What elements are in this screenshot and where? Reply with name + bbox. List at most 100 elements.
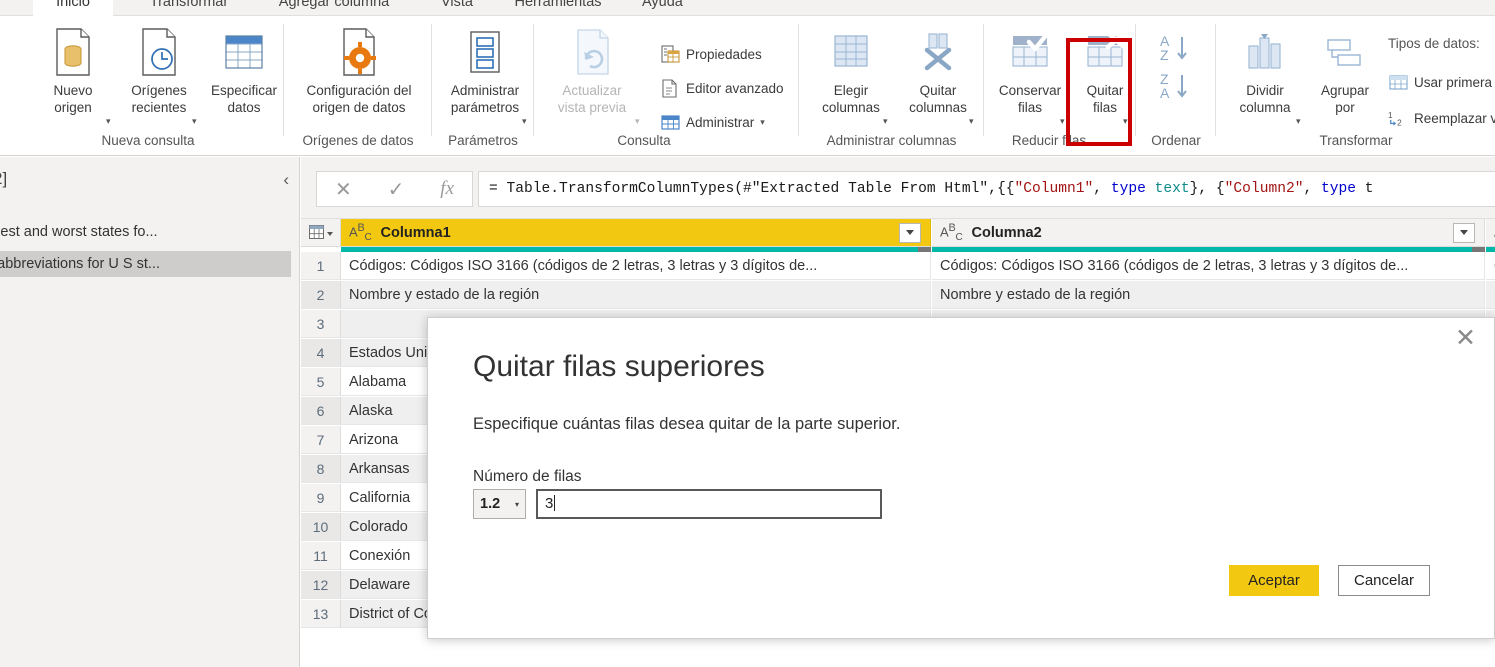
column-header-columna2[interactable]: ABC Columna2 bbox=[932, 219, 1485, 247]
data-source-settings-button[interactable]: Configuración del origen de datos bbox=[292, 24, 426, 116]
row-header[interactable]: 10 bbox=[301, 513, 341, 541]
chevron-down-icon[interactable]: ▾ bbox=[522, 116, 527, 127]
close-icon[interactable]: ✕ bbox=[1455, 326, 1476, 351]
cell-text: Conexión bbox=[349, 548, 411, 564]
ribbon-small-button-label: Tipos de datos: bbox=[1388, 36, 1480, 51]
chevron-down-icon[interactable]: ▾ bbox=[1060, 116, 1065, 127]
row-number: 1 bbox=[316, 257, 325, 274]
cell-text: Códigos: Códigos ISO 3166 (códigos de 2 … bbox=[940, 258, 1409, 274]
row-header[interactable]: 1 bbox=[301, 252, 341, 280]
table-cell[interactable]: Códigos: Códigos ISO 3166 bbox=[1486, 252, 1495, 280]
column-header-columna1[interactable]: ABC Columna1 bbox=[341, 219, 931, 247]
row-header[interactable]: 8 bbox=[301, 455, 341, 483]
remove-rows-button[interactable]: Quitar filas bbox=[1072, 24, 1138, 116]
chevron-down-icon[interactable]: ▾ bbox=[883, 116, 888, 127]
cancel-button[interactable]: Cancelar bbox=[1338, 565, 1430, 596]
split-column-icon bbox=[1242, 24, 1288, 80]
row-number: 8 bbox=[316, 460, 325, 477]
fx-icon[interactable]: fx bbox=[440, 178, 454, 200]
table-cell[interactable]: Nombre y estado de la región bbox=[341, 281, 931, 309]
row-header[interactable]: 11 bbox=[301, 542, 341, 570]
chevron-down-icon[interactable]: ▾ bbox=[106, 116, 111, 127]
refresh-preview-button[interactable]: Actualizar vista previa bbox=[540, 24, 644, 116]
manage-parameters-button[interactable]: Administrar parámetros bbox=[438, 24, 532, 116]
cancel-button-label: Cancelar bbox=[1353, 572, 1415, 589]
ribbon-tab-herramientas[interactable]: Herramientas bbox=[493, 0, 623, 16]
column-filter-button-columna1[interactable] bbox=[899, 223, 921, 243]
accept-formula-icon[interactable]: ✓ bbox=[388, 177, 405, 202]
query-list-item-0[interactable]: Ranking of best and worst states fo... bbox=[0, 219, 291, 245]
ribbon-group-label: Administrar columnas bbox=[826, 133, 957, 148]
table-cell[interactable]: Nombre y estado de la región bbox=[932, 281, 1485, 309]
formula-bar: ✕ ✓ fx = Table.TransformColumnTypes(#"Ex… bbox=[301, 157, 1495, 219]
use-first-row-as-headers-button[interactable]: Usar primera fila como encabezado bbox=[1388, 72, 1495, 92]
ribbon-group-label: Parámetros bbox=[448, 133, 518, 148]
chevron-down-icon[interactable]: ▾ bbox=[635, 116, 640, 127]
ribbon-tab-inicio[interactable]: Inicio bbox=[33, 0, 113, 16]
row-header[interactable]: 9 bbox=[301, 484, 341, 512]
ribbon-button-label: Elegir columnas bbox=[822, 83, 880, 115]
new-source-button[interactable]: Nuevo origen bbox=[30, 24, 116, 116]
ribbon-tab-ayuda[interactable]: Ayuda bbox=[628, 0, 696, 16]
queries-pane: Consultas [2] ‹ Ranking of best and wors… bbox=[0, 157, 300, 667]
cancel-formula-icon[interactable]: ✕ bbox=[335, 177, 352, 202]
row-header[interactable]: 3 bbox=[301, 310, 341, 338]
ribbon-tab-transformar[interactable]: Transformar bbox=[129, 0, 249, 16]
query-list-item-1[interactable]: Names and abbreviations for U S st... bbox=[0, 251, 291, 277]
group-by-icon bbox=[1322, 24, 1368, 80]
row-header[interactable]: 5 bbox=[301, 368, 341, 396]
advanced-editor-button[interactable]: Editor avanzado bbox=[660, 78, 784, 98]
sort-descending-button[interactable]: Z A bbox=[1158, 70, 1194, 107]
value-type-dropdown-value: 1.2 bbox=[480, 496, 501, 512]
accept-button[interactable]: Aceptar bbox=[1229, 565, 1319, 596]
recent-sources-button[interactable]: Orígenes recientes bbox=[116, 24, 202, 116]
table-cell[interactable]: Códigos: Códigos ISO 3166 (códigos de 2 … bbox=[932, 252, 1485, 280]
ribbon-button-label: Actualizar vista previa bbox=[557, 83, 627, 115]
row-header[interactable]: 4 bbox=[301, 339, 341, 367]
row-header[interactable]: 12 bbox=[301, 571, 341, 599]
manage-query-button[interactable]: Administrar ▾ bbox=[660, 112, 765, 132]
chevron-down-icon[interactable]: ▾ bbox=[1296, 116, 1301, 127]
split-column-button[interactable]: Dividir columna bbox=[1222, 24, 1308, 116]
ribbon-small-button-label: Usar primera fila como encabezado bbox=[1414, 74, 1495, 90]
formula-input[interactable]: = Table.TransformColumnTypes(#"Extracted… bbox=[478, 171, 1495, 207]
queries-pane-title: Consultas [2] bbox=[0, 169, 8, 188]
keep-rows-button[interactable]: Conservar filas bbox=[988, 24, 1072, 116]
text-type-icon: ABC bbox=[940, 222, 963, 243]
remove-columns-button[interactable]: Quitar columnas bbox=[895, 24, 981, 116]
column-header-columna3[interactable]: ABC Columna3 bbox=[1486, 219, 1495, 247]
chevron-left-icon[interactable]: ‹ bbox=[283, 171, 289, 188]
ribbon-tab-vista[interactable]: Vista bbox=[426, 0, 488, 16]
row-header[interactable]: 2 bbox=[301, 281, 341, 309]
properties-icon bbox=[660, 44, 680, 64]
chevron-down-icon[interactable]: ▾ bbox=[969, 116, 974, 127]
row-header[interactable]: 6 bbox=[301, 397, 341, 425]
group-by-button[interactable]: Agrupar por bbox=[1308, 24, 1382, 116]
sort-ascending-button[interactable]: A Z bbox=[1158, 32, 1194, 69]
ribbon-button-label: Orígenes recientes bbox=[131, 83, 187, 115]
replace-values-button[interactable]: 1 2 Reemplazar valores bbox=[1388, 108, 1495, 128]
svg-text:A: A bbox=[1160, 85, 1170, 101]
row-header[interactable]: 13 bbox=[301, 600, 341, 628]
table-cell[interactable]: Códigos: Códigos ISO 3166 (códigos de 2 … bbox=[341, 252, 931, 280]
properties-button[interactable]: Propiedades bbox=[660, 44, 762, 64]
sort-az-icon: A Z bbox=[1158, 33, 1194, 68]
ribbon-small-button-label: Propiedades bbox=[686, 46, 762, 62]
column-filter-button-columna2[interactable] bbox=[1453, 223, 1475, 243]
table-cell[interactable]: ISO bbox=[1486, 281, 1495, 309]
select-all-columns-button[interactable] bbox=[301, 219, 341, 247]
chevron-down-icon[interactable]: ▾ bbox=[192, 116, 197, 127]
enter-data-button[interactable]: Especificar datos bbox=[200, 24, 288, 116]
number-of-rows-input[interactable]: 3 bbox=[536, 489, 882, 519]
row-header[interactable]: 7 bbox=[301, 426, 341, 454]
chevron-down-icon[interactable]: ▾ bbox=[1123, 116, 1128, 127]
ribbon-tab-agregar-columna[interactable]: Agregar columna bbox=[256, 0, 412, 16]
value-type-dropdown[interactable]: 1.2 ▾ bbox=[473, 489, 526, 519]
ribbon-tab-label: Herramientas bbox=[514, 0, 602, 10]
chevron-down-icon[interactable]: ▾ bbox=[760, 117, 765, 128]
column-header-label: Columna2 bbox=[971, 224, 1042, 241]
choose-columns-button[interactable]: Elegir columnas bbox=[807, 24, 895, 116]
ribbon-group-administrar-columnas: Elegir columnas ▾ Quitar columnas ▾ Admi… bbox=[799, 16, 984, 154]
cell-text: Alaska bbox=[349, 403, 393, 419]
cell-text: Arizona bbox=[349, 432, 399, 448]
